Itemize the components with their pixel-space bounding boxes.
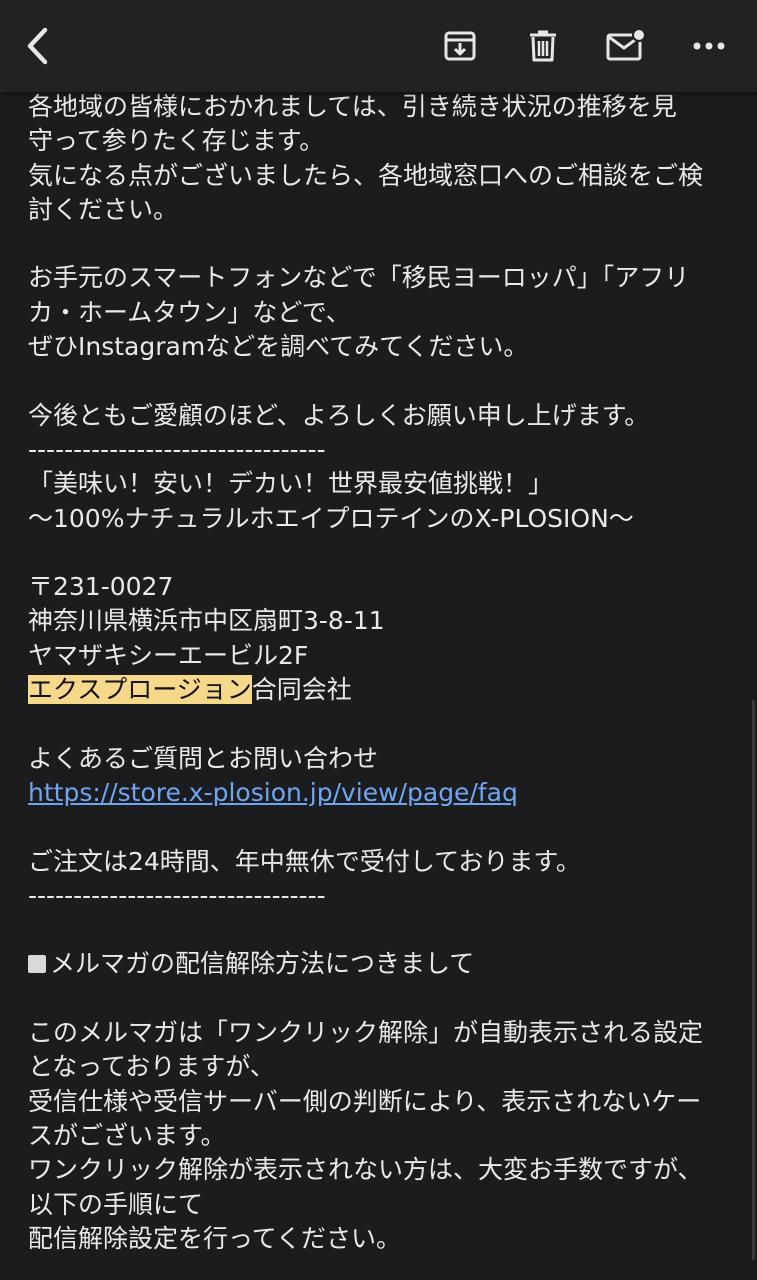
building-line: ヤマザキシーエービル2F [28,640,309,670]
body-line: 受信仕様や受信サーバー側の判断により、表示されないケー [28,1086,702,1116]
unsubscribe-heading-text: メルマガの配信解除方法につきまして [50,949,475,979]
more-horizontal-icon [693,41,725,51]
company-name: エクスプロージョン合同会社 [28,673,738,707]
body-line: 各地域の皆様におかれましては、引き続き状況の推移を見 [28,92,677,121]
company-suffix: 合同会社 [251,675,352,705]
body-line: ぜひInstagramなどを調べてみてください。 [28,332,529,362]
trash-icon [528,29,558,63]
faq-link[interactable]: https://store.x-plosion.jp/view/page/faq [28,778,518,807]
unsubscribe-heading: メルマガの配信解除方法につきまして [28,947,738,981]
body-line: お手元のスマートフォンなどで「移民ヨーロッパ」「アフリ [28,263,690,293]
brand-line: 〜100%ナチュラルホエイプロテインのX-PLOSION〜 [28,503,634,533]
body-line: カ・ホームタウン」などで、 [28,297,351,327]
body-line: 気になる点がございましたら、各地域窓口へのご相談をご検 [28,160,704,190]
body-line: となっておりますが、 [28,1052,275,1082]
mail-unread-icon [606,29,646,63]
mark-unread-button[interactable] [598,18,654,74]
tagline: 「美味い！安い！デカい！世界最安値挑戦！」 [28,469,554,499]
address-line: 神奈川県横浜市中区扇町3-8-11 [28,606,385,636]
delete-button[interactable] [515,18,571,74]
email-screen: 各地域の皆様におかれましては、引き続き状況の推移を見 守って参りたく存じます。 … [0,0,757,1280]
scrollbar[interactable] [752,700,755,1260]
chevron-left-icon [23,26,53,66]
divider-line: --------------------------------- [28,880,326,910]
divider-line: --------------------------------- [28,434,326,464]
archive-icon [443,29,477,63]
body-line: ワンクリック解除が表示されない方は、大変お手数ですが、 [28,1155,703,1185]
email-body: 各地域の皆様におかれましては、引き続き状況の推移を見 守って参りたく存じます。 … [28,90,738,1256]
company-highlight: エクスプロージョン [28,675,252,705]
body-line: 守って参りたく存じます。 [28,126,325,156]
body-line: 配信解除設定を行ってください。 [28,1223,402,1253]
postal-code: 〒231-0027 [28,572,174,602]
back-button[interactable] [10,18,66,74]
top-toolbar [0,0,757,92]
more-options-button[interactable] [681,18,737,74]
body-line: このメルマガは「ワンクリック解除」が自動表示される設定 [28,1018,704,1048]
faq-label: よくあるご質問とお問い合わせ [28,743,379,773]
body-line: スがございます。 [28,1120,226,1150]
body-line: 以下の手順にて [28,1189,204,1219]
body-line: 今後ともご愛顧のほど、よろしくお願い申し上げます。 [28,400,650,430]
archive-button[interactable] [432,18,488,74]
square-bullet-icon [28,955,46,974]
hours-line: ご注文は24時間、年中無休で受付しております。 [28,846,581,876]
body-line: 討ください。 [28,194,179,224]
